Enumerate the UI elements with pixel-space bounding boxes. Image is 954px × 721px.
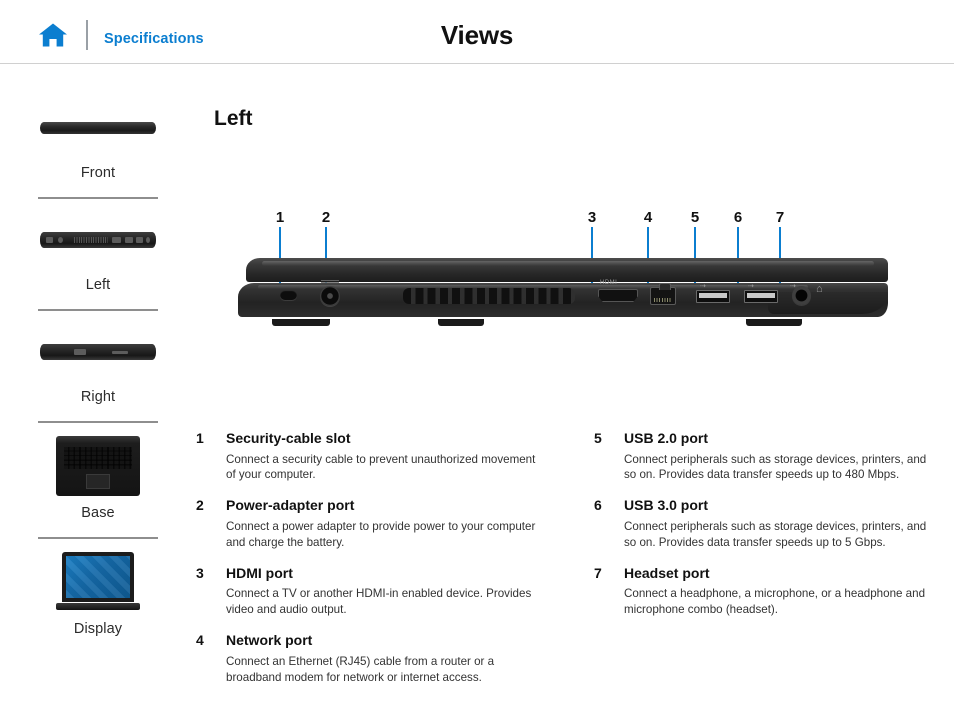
- usb-2-marking: ⇢: [700, 283, 706, 290]
- air-vents: [403, 288, 575, 304]
- laptop-foot: [272, 319, 330, 326]
- laptop-base-thumbnail: [38, 433, 158, 499]
- laptop-base-taper: [768, 292, 888, 314]
- port-descriptions: 1 Security-cable slot Connect a security…: [196, 430, 954, 700]
- item-description: Connect peripherals such as storage devi…: [624, 452, 927, 482]
- headphone-icon: ⌂: [816, 283, 823, 295]
- sidebar-item-label-base: Base: [81, 505, 115, 521]
- main-content: Left 1 2 3 4 5 6 7 HDMI ⇢ ⇢ ⇢ ⌂ 1 Securi…: [196, 65, 954, 721]
- sidebar-item-display[interactable]: Display: [38, 549, 158, 647]
- laptop-illustration: HDMI ⇢ ⇢ ⇢ ⌂: [238, 258, 888, 326]
- list-item: 4 Network port Connect an Ethernet (RJ45…: [196, 632, 575, 685]
- security-cable-slot-port: [280, 290, 297, 300]
- sidebar-separator: [38, 421, 158, 423]
- sidebar-separator: [38, 309, 158, 311]
- headset-port: [792, 286, 811, 305]
- item-title: Security-cable slot: [226, 430, 351, 446]
- laptop-foot: [438, 319, 484, 326]
- laptop-left-thumbnail: [38, 209, 158, 271]
- power-port-marking: [321, 280, 339, 284]
- sidebar-item-label-right: Right: [80, 389, 116, 405]
- sidebar-item-base[interactable]: Base: [38, 433, 158, 531]
- item-description: Connect a power adapter to provide power…: [226, 519, 536, 549]
- item-description: Connect a security cable to prevent unau…: [226, 452, 536, 482]
- sidebar-separator: [38, 197, 158, 199]
- sidebar-item-right[interactable]: Right: [38, 321, 158, 415]
- item-description: Connect an Ethernet (RJ45) cable from a …: [226, 654, 495, 684]
- hdmi-port-label: HDMI: [600, 280, 618, 286]
- item-number: 6: [594, 497, 602, 514]
- usb-3-marking: ⇢: [748, 283, 754, 290]
- item-number: 1: [196, 430, 204, 446]
- list-item: 3 HDMI port Connect a TV or another HDMI…: [196, 565, 575, 618]
- page-title: Views: [440, 20, 514, 50]
- sidebar-item-label-left: Left: [85, 277, 111, 293]
- power-adapter-port: [320, 286, 340, 306]
- list-item: 6 USB 3.0 port Connect peripherals such …: [594, 497, 954, 550]
- laptop-right-thumbnail: [38, 321, 158, 383]
- sidebar-item-left[interactable]: Left: [38, 209, 158, 303]
- sidebar-item-label-front: Front: [80, 165, 116, 181]
- item-title: HDMI port: [226, 564, 293, 581]
- item-number: 5: [594, 430, 602, 446]
- item-number: 4: [196, 632, 204, 649]
- views-sidebar: Front Left Right Base Display: [0, 65, 196, 721]
- item-title: Power-adapter port: [226, 497, 355, 514]
- laptop-display-thumbnail: [38, 549, 158, 615]
- usb-2-port: [696, 290, 730, 303]
- laptop-lid: [246, 258, 888, 282]
- item-description: Connect peripherals such as storage devi…: [624, 519, 927, 549]
- list-item: 2 Power-adapter port Connect a power ada…: [196, 497, 575, 550]
- usb-3-port: [744, 290, 778, 303]
- page-header: Specifications Views: [0, 0, 954, 64]
- list-item: 7 Headset port Connect a headphone, a mi…: [594, 565, 954, 618]
- list-item: 1 Security-cable slot Connect a security…: [196, 430, 575, 483]
- network-port: [650, 283, 676, 305]
- laptop-foot: [746, 319, 802, 326]
- sidebar-item-front[interactable]: Front: [38, 97, 158, 191]
- sidebar-item-label-display: Display: [73, 621, 123, 637]
- descriptions-column-right: 5 USB 2.0 port Connect peripherals such …: [575, 430, 954, 700]
- item-number: 2: [196, 497, 204, 514]
- laptop-front-thumbnail: [38, 97, 158, 159]
- item-title: USB 2.0 port: [624, 430, 709, 446]
- item-title: USB 3.0 port: [624, 497, 709, 514]
- item-title: Headset port: [624, 564, 710, 581]
- sidebar-separator: [38, 537, 158, 539]
- item-description: Connect a TV or another HDMI-in enabled …: [226, 587, 532, 617]
- item-number: 3: [196, 564, 204, 581]
- item-number: 7: [594, 564, 602, 581]
- hdmi-port: [598, 289, 638, 302]
- section-title: Left: [214, 107, 253, 130]
- item-title: Network port: [226, 632, 313, 649]
- laptop-left-side-diagram: 1 2 3 4 5 6 7 HDMI ⇢ ⇢ ⇢ ⌂: [196, 210, 954, 410]
- list-item: 5 USB 2.0 port Connect peripherals such …: [594, 430, 954, 483]
- item-description: Connect a headphone, a microphone, or a …: [624, 587, 926, 617]
- descriptions-column-left: 1 Security-cable slot Connect a security…: [196, 430, 575, 700]
